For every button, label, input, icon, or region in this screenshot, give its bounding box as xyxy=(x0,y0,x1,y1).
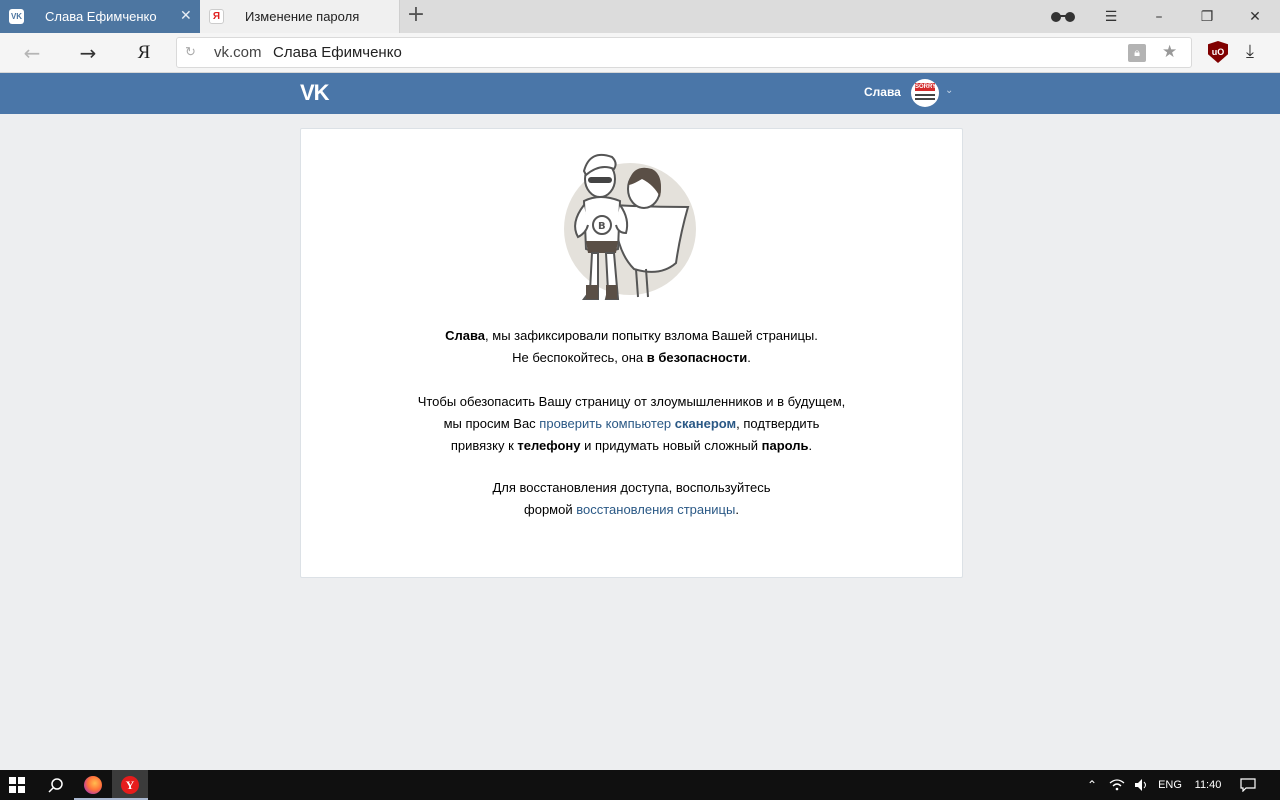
avatar-stripe xyxy=(915,94,935,96)
address-page-title: Слава Ефимченко xyxy=(273,44,402,61)
message-text: . xyxy=(747,350,751,365)
tab-title: Изменение пароля xyxy=(245,9,360,24)
forward-button[interactable]: → xyxy=(70,33,106,73)
bookmark-star-icon[interactable]: ★ xyxy=(1162,42,1177,62)
superhero-illustration: B xyxy=(564,153,696,300)
language-indicator[interactable]: ENG xyxy=(1154,770,1186,800)
avatar-stripe xyxy=(915,98,935,100)
link-bold-text: сканером xyxy=(674,416,737,431)
ublock-extension-icon[interactable]: uO xyxy=(1208,41,1228,63)
chevron-up-icon[interactable]: ⌃ xyxy=(1082,770,1102,800)
search-icon[interactable] xyxy=(38,770,74,800)
user-first-name: Слава xyxy=(445,328,486,343)
yandex-favicon-icon: Я xyxy=(209,9,224,24)
close-window-button[interactable]: ✕ xyxy=(1232,0,1278,33)
message-text: , мы зафиксировали попытку взлома Вашей … xyxy=(485,328,818,343)
message-text: Чтобы обезопасить Вашу страницу от злоум… xyxy=(417,394,846,409)
vk-logo[interactable]: VK xyxy=(300,80,330,106)
message-text: привязку к xyxy=(450,438,518,453)
vk-header: VK Слава SORRY ⌄ xyxy=(0,73,1280,114)
check-computer-scanner-link[interactable]: проверить компьютер сканером xyxy=(539,416,736,431)
tab-change-password[interactable]: Я Изменение пароля xyxy=(200,0,400,33)
wifi-icon[interactable] xyxy=(1106,770,1128,800)
message-text: , подтвердить xyxy=(736,416,820,431)
message-text: . xyxy=(808,438,813,453)
vk-favicon-icon: VK xyxy=(9,9,24,24)
message-text: формой xyxy=(524,502,577,517)
reload-icon[interactable]: ↻ xyxy=(185,44,196,60)
minimize-button[interactable]: – xyxy=(1136,0,1182,33)
tab-title: Слава Ефимченко xyxy=(45,9,157,24)
windows-taskbar: Y ⌃ ENG 11:40 xyxy=(0,770,1280,800)
message-text: . xyxy=(735,502,739,517)
tab-vk-profile[interactable]: VK Слава Ефимченко ✕ xyxy=(0,0,200,33)
message-paragraph-2: Чтобы обезопасить Вашу страницу от злоум… xyxy=(301,391,962,457)
safe-status-text: в безопасности xyxy=(646,350,748,365)
menu-icon[interactable]: ☰ xyxy=(1088,0,1134,33)
lock-icon[interactable]: 🔒︎ xyxy=(1128,44,1146,62)
avatar[interactable]: SORRY xyxy=(911,79,939,107)
message-paragraph-3: Для восстановления доступа, воспользуйте… xyxy=(301,477,962,521)
password-text: пароль xyxy=(761,438,809,453)
svg-text:B: B xyxy=(598,221,606,232)
avatar-badge: SORRY xyxy=(915,83,937,91)
security-warning-card: B Слава, мы зафиксировали попытку взлома… xyxy=(300,128,963,578)
windows-start-icon[interactable] xyxy=(0,770,34,800)
download-icon[interactable]: ⤓ xyxy=(1246,41,1254,62)
address-bar[interactable]: ↻ vk.com Слава Ефимченко 🔒︎ ★ xyxy=(176,37,1192,68)
message-text: мы просим Вас xyxy=(443,416,540,431)
address-domain: vk.com xyxy=(214,44,262,61)
incognito-glasses-icon[interactable] xyxy=(1040,0,1086,33)
clock[interactable]: 11:40 xyxy=(1188,770,1228,800)
phone-text: телефону xyxy=(517,438,581,453)
new-tab-button[interactable]: + xyxy=(406,4,426,26)
restore-button[interactable]: ❐ xyxy=(1184,0,1230,33)
firefox-icon[interactable] xyxy=(74,770,112,800)
link-text: проверить компьютер xyxy=(539,416,675,431)
chevron-down-icon[interactable]: ⌄ xyxy=(945,85,953,96)
back-button[interactable]: ← xyxy=(14,33,50,73)
yandex-home-button[interactable]: Я xyxy=(126,33,162,73)
message-text: Для восстановления доступа, воспользуйте… xyxy=(492,480,771,495)
message-paragraph-1: Слава, мы зафиксировали попытку взлома В… xyxy=(301,325,962,369)
message-text: и придумать новый сложный xyxy=(580,438,762,453)
volume-icon[interactable] xyxy=(1130,770,1152,800)
browser-nav-bar: ← → Я ↻ vk.com Слава Ефимченко 🔒︎ ★ uO ⤓ xyxy=(0,33,1280,73)
notifications-icon[interactable] xyxy=(1236,770,1260,800)
message-text: Не беспокойтесь, она xyxy=(512,350,647,365)
restore-page-link[interactable]: восстановления страницы xyxy=(576,502,735,517)
close-tab-icon[interactable]: ✕ xyxy=(180,7,192,24)
yandex-browser-icon[interactable]: Y xyxy=(112,770,148,800)
browser-tab-strip: VK Слава Ефимченко ✕ Я Изменение пароля … xyxy=(0,0,1280,33)
user-name[interactable]: Слава xyxy=(864,85,901,99)
